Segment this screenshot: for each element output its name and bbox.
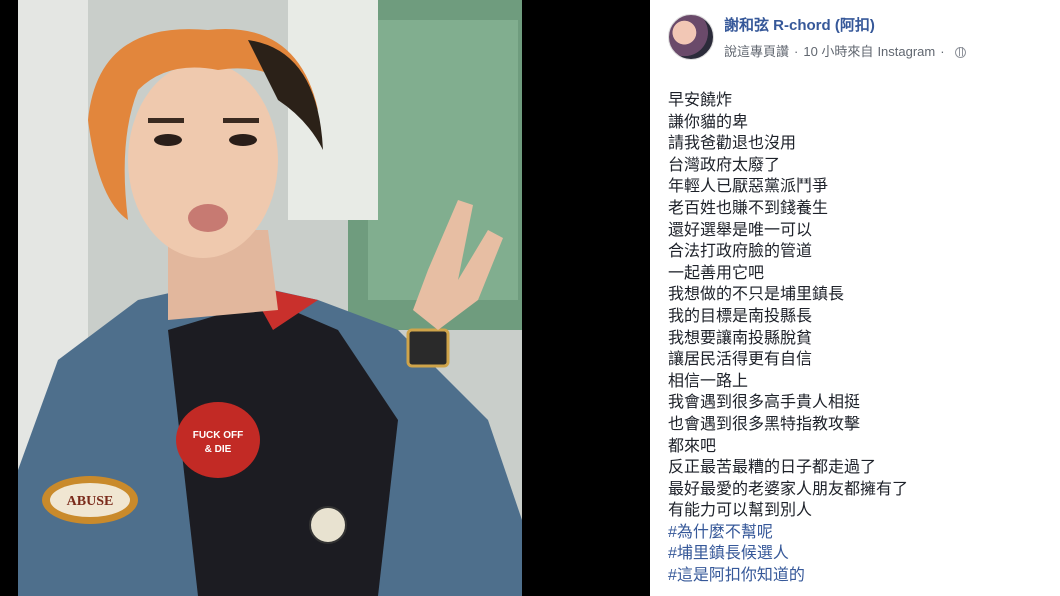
post-line: 我會遇到很多高手貴人相挺 — [668, 394, 861, 412]
post-line: 早安饒炸 — [668, 92, 733, 109]
page-avatar[interactable] — [668, 14, 714, 60]
post-line: 也會遇到很多黑特指教攻擊 — [668, 415, 861, 433]
meta-separator-2: · — [940, 44, 945, 59]
post-line: 最好最愛的老婆家人朋友都擁有了 — [668, 480, 909, 498]
post-meta: 說這專頁讚 · 10 小時來自 Instagram · — [724, 43, 966, 61]
post-line: 我的目標是南投縣長 — [668, 307, 813, 325]
post-photo[interactable]: ABUSE FUCK OFF & DIE — [18, 0, 522, 596]
header-text: 謝和弦 R-chord (阿扣) 說這專頁讚 · 10 小時來自 Instagr… — [724, 14, 966, 61]
hashtag-link[interactable]: #為什麼不幫呢 — [668, 522, 1048, 544]
post-line: 還好選舉是唯一可以 — [668, 221, 813, 239]
globe-icon — [954, 46, 966, 58]
page-name-link[interactable]: 謝和弦 R-chord (阿扣) — [724, 16, 966, 36]
post-line: 一起善用它吧 — [668, 264, 765, 282]
meta-separator: · — [794, 44, 799, 59]
post-line: 反正最苦最糟的日子都走過了 — [668, 459, 877, 477]
hashtag-link[interactable]: #埔里鎮長候選人 — [668, 543, 1048, 565]
post-line: 年輕人已厭惡黨派鬥爭 — [668, 178, 829, 196]
post-source[interactable]: Instagram — [877, 43, 935, 61]
post-line: 相信一路上 — [668, 372, 749, 390]
post-line: 台灣政府太廢了 — [668, 156, 781, 174]
post-line: 我想做的不只是埔里鎮長 — [668, 286, 845, 304]
post-line: 老百姓也賺不到錢養生 — [668, 199, 829, 217]
selfie-photo-illustration: ABUSE FUCK OFF & DIE — [18, 0, 522, 596]
photo-viewer: ABUSE FUCK OFF & DIE — [0, 0, 650, 596]
post-timestamp[interactable]: 10 小時來自 — [803, 43, 873, 61]
post-line: 都來吧 — [668, 437, 717, 455]
post-line: 讓居民活得更有自信 — [668, 351, 813, 369]
post-line: 謙你貓的卑 — [668, 113, 749, 131]
post-line: 我想要讓南投縣脫貧 — [668, 329, 813, 347]
post-panel: 謝和弦 R-chord (阿扣) 說這專頁讚 · 10 小時來自 Instagr… — [650, 0, 1060, 596]
svg-text:ABUSE: ABUSE — [67, 494, 114, 509]
svg-text:FUCK OFF: FUCK OFF — [193, 430, 244, 441]
svg-text:& DIE: & DIE — [205, 444, 232, 455]
post-line: 合法打政府臉的管道 — [668, 243, 813, 261]
like-page-link[interactable]: 說這專頁讚 — [724, 43, 789, 61]
hashtag-link[interactable]: #這是阿扣你知道的 — [668, 565, 1048, 587]
post-line: 有能力可以幫到別人 — [668, 502, 813, 520]
post-text: 早安饒炸 謙你貓的卑 請我爸勸退也沒用 台灣政府太廢了 年輕人已厭惡黨派鬥爭 老… — [668, 90, 1048, 587]
post-header: 謝和弦 R-chord (阿扣) 說這專頁讚 · 10 小時來自 Instagr… — [668, 14, 966, 61]
post-line: 請我爸勸退也沒用 — [668, 135, 797, 153]
